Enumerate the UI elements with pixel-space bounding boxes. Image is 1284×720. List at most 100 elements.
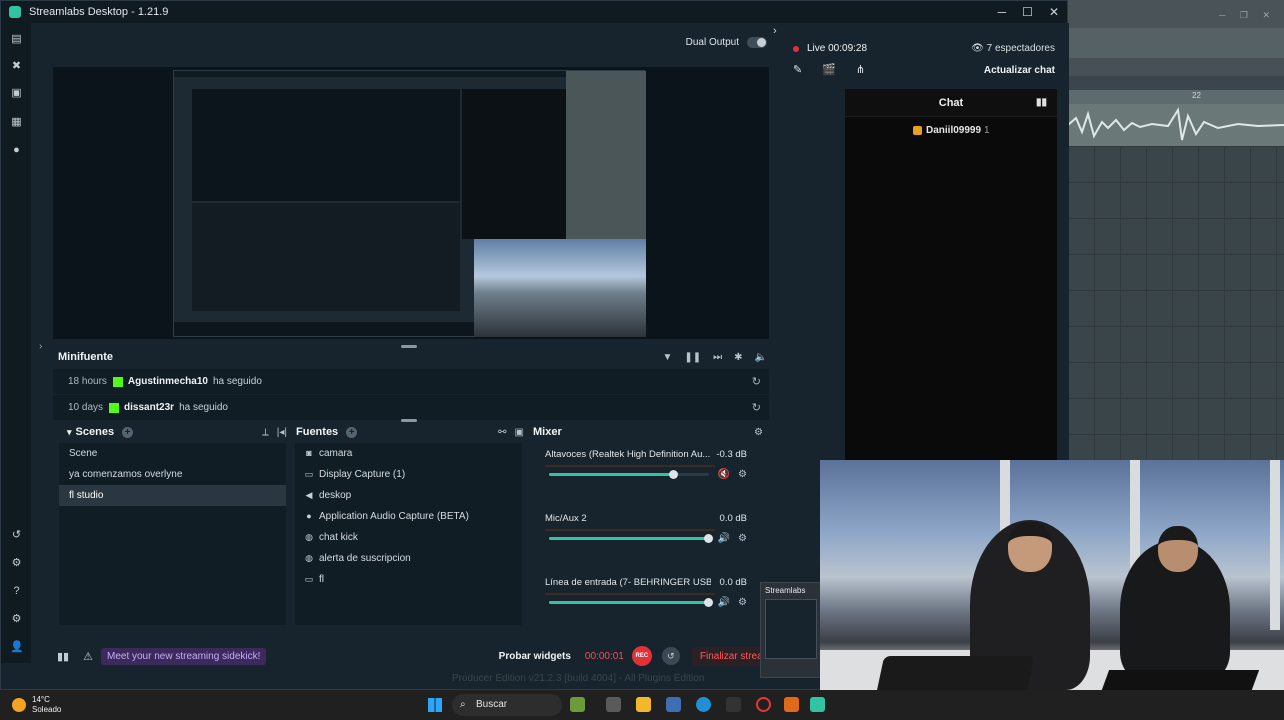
scene-item-active[interactable]: fl studio [59, 485, 286, 506]
link-icon[interactable]: ⚯ [498, 427, 506, 438]
streamlabs-taskbar-icon[interactable] [810, 697, 825, 712]
scene-transitions-icon[interactable]: ⟂ [262, 427, 269, 438]
task-view-icon[interactable] [606, 697, 621, 712]
volume-icon[interactable]: 🔈 [755, 352, 767, 363]
daw-toolbar-secondary [1068, 58, 1284, 76]
speaker-icon[interactable]: 🔊 [718, 597, 730, 608]
volume-knob[interactable] [668, 470, 678, 479]
performance-icon[interactable]: ▮▮ [57, 650, 69, 663]
scenes-collapse-icon[interactable]: ▾ [67, 427, 72, 438]
chat-panel: Chat ▮▮ Daniil09999 1 [845, 89, 1057, 461]
minimize-icon[interactable]: ─ [998, 5, 1007, 19]
refresh-chat-button[interactable]: Actualizar chat [984, 65, 1055, 76]
themes-icon[interactable]: ✖ [10, 60, 23, 73]
rec-button[interactable]: REC [631, 646, 652, 666]
opera-icon[interactable] [756, 697, 771, 712]
volume-knob[interactable] [704, 598, 713, 607]
source-item[interactable]: ● Application Audio Capture (BETA) [295, 506, 522, 527]
taskbar-search[interactable]: ⌕ Buscar [452, 694, 562, 716]
app-icon[interactable] [726, 697, 741, 712]
store-icon[interactable]: ▣ [10, 87, 23, 100]
source-item[interactable]: ◀ deskop [295, 485, 522, 506]
library-icon[interactable]: ▦ [10, 116, 23, 129]
windows-start-icon[interactable] [428, 698, 442, 712]
settings-gear-small-icon[interactable]: ⚙ [10, 557, 23, 570]
replay-buffer-icon[interactable]: ↺ [661, 647, 680, 665]
scene-item[interactable]: ya comenzamos overlyne [59, 464, 286, 485]
collapse-left-icon[interactable]: › [39, 341, 42, 352]
highlighter-icon[interactable]: ● [10, 144, 23, 157]
brave-icon[interactable] [784, 697, 799, 712]
repeat-alert-icon[interactable]: ↻ [752, 401, 761, 414]
editor-icon[interactable]: ▤ [10, 33, 23, 46]
pause-icon[interactable]: ❚❚ [684, 352, 701, 363]
channel-settings-icon[interactable]: ⚙ [738, 597, 747, 608]
camera-icon: ◙ [306, 448, 312, 458]
widgets-app-icon[interactable] [570, 697, 585, 712]
volume-slider[interactable] [549, 598, 713, 607]
mute-alerts-icon[interactable]: ✱ [734, 352, 742, 363]
collapse-scenes-icon[interactable]: |◂| [277, 427, 287, 438]
file-explorer-icon[interactable] [636, 697, 651, 712]
volume-knob[interactable] [704, 534, 713, 543]
test-widgets-button[interactable]: Probar widgets [499, 651, 571, 662]
profile-icon[interactable]: 👤 [10, 641, 24, 654]
source-item[interactable]: ◍ alerta de suscripcion [295, 548, 522, 569]
channel-db: 0.0 dB [719, 513, 747, 524]
add-scene-button[interactable]: + [122, 426, 134, 438]
settings-icon[interactable]: ⚙ [10, 613, 23, 626]
repeat-alert-icon[interactable]: ↻ [752, 375, 761, 388]
daw-playlist-grid[interactable] [1068, 146, 1284, 460]
weather-widget[interactable]: 14°C Soleado [12, 695, 61, 715]
stream-preview[interactable] [53, 67, 769, 339]
edit-stream-icon[interactable]: ✎ [793, 63, 802, 76]
chat-users-icon[interactable]: ▮▮ [1036, 89, 1047, 117]
maximize-icon[interactable]: ☐ [1022, 5, 1033, 19]
taskbar-preview[interactable]: Streamlabs [760, 582, 822, 678]
search-icon: ⌕ [460, 699, 466, 710]
clip-icon[interactable]: 🎬 [822, 63, 836, 76]
mixer-settings-icon[interactable]: ⚙ [754, 427, 763, 438]
source-item[interactable]: ▭ fl [295, 569, 522, 590]
webcam-overlay [820, 460, 1284, 720]
app-icon[interactable] [666, 697, 681, 712]
volume-slider[interactable] [549, 534, 713, 543]
level-meter [545, 465, 715, 467]
window-title: Streamlabs Desktop - 1.21.9 [29, 6, 169, 18]
folder-icon[interactable]: ▣ [515, 427, 524, 438]
windows-taskbar: 14°C Soleado ⌕ Buscar [0, 690, 1284, 720]
speaker-icon[interactable]: 🔊 [718, 533, 730, 544]
chat-username[interactable]: Daniil09999 [926, 125, 981, 136]
dual-output-toggle[interactable] [747, 37, 767, 48]
studio-mode-icon[interactable]: ↺ [10, 529, 23, 542]
channel-settings-icon[interactable]: ⚙ [738, 469, 747, 480]
scene-item[interactable]: Scene [59, 443, 286, 464]
source-item[interactable]: ▭ Display Capture (1) [295, 464, 522, 485]
promo-banner[interactable]: Meet your new streaming sidekick! [100, 647, 267, 665]
chat-title: Chat [938, 97, 964, 109]
collapse-dock-icon[interactable]: › [773, 25, 777, 37]
monitor-icon: ▭ [304, 469, 314, 479]
filter-icon[interactable]: ▼ [662, 352, 672, 363]
ruler-mark: 22 [1192, 91, 1201, 100]
muted-speaker-icon[interactable]: 🔇 [718, 469, 730, 480]
kick-logo-icon [109, 402, 120, 413]
edge-icon[interactable] [696, 697, 711, 712]
dual-output-control[interactable]: Dual Output [686, 37, 767, 48]
live-dot-icon [793, 45, 799, 52]
close-icon[interactable]: ✕ [1049, 5, 1059, 19]
channel-settings-icon[interactable]: ⚙ [738, 533, 747, 544]
minifuente-panel: Minifuente ▼ ❚❚ ⏭ ✱ 🔈 18 hours Agustinme… [53, 345, 769, 420]
source-item[interactable]: ◙ camara [295, 443, 522, 464]
panels-resize-handle[interactable] [401, 419, 417, 422]
volume-slider[interactable] [549, 470, 709, 479]
channel-name: Mic/Aux 2 [545, 513, 587, 524]
daw-window-controls[interactable]: ─ ❐ ✕ [1219, 10, 1276, 21]
help-icon[interactable]: ? [10, 585, 23, 598]
skip-icon[interactable]: ⏭ [713, 352, 722, 363]
source-item[interactable]: ◍ chat kick [295, 527, 522, 548]
share-icon[interactable]: ⋔ [856, 63, 865, 76]
preview-nested-panels [192, 203, 460, 311]
alert-warning-icon[interactable]: ⚠ [83, 650, 93, 663]
add-source-button[interactable]: + [346, 426, 358, 438]
